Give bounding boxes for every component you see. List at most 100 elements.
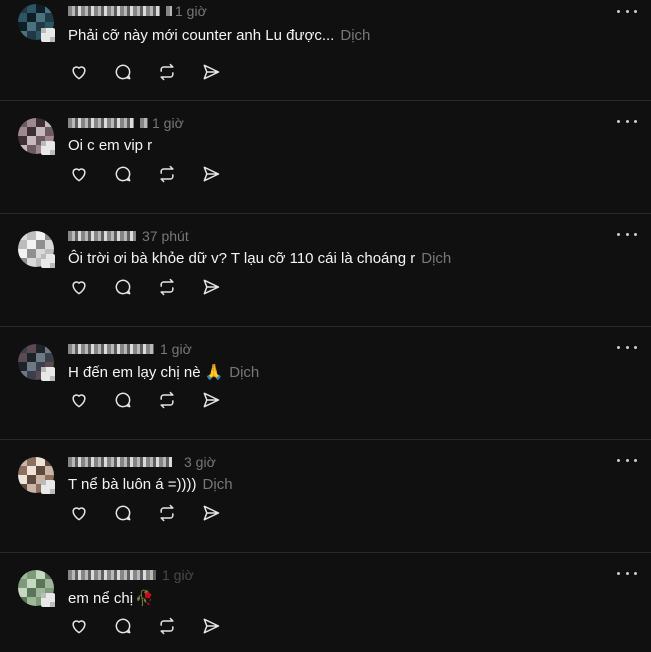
repost-icon	[160, 165, 174, 183]
reply-button[interactable]	[112, 389, 134, 411]
comment-text: T nể bà luôn á =)))) Dịch	[68, 476, 233, 493]
username[interactable]	[68, 570, 156, 580]
avatar-pixel	[18, 475, 27, 484]
reply-button[interactable]	[112, 276, 134, 298]
reply-button[interactable]	[112, 61, 134, 83]
like-button[interactable]	[68, 163, 90, 185]
more-options-button[interactable]	[617, 227, 637, 241]
like-button[interactable]	[68, 389, 90, 411]
username[interactable]	[68, 344, 154, 354]
avatar-pixel	[18, 597, 27, 606]
more-icon-dot	[634, 232, 637, 236]
avatar-pixel	[27, 353, 36, 362]
avatar-pixel	[36, 4, 45, 13]
badge-pixel	[50, 37, 55, 42]
avatar-pixel	[45, 579, 54, 588]
timestamp: 3 giờ	[184, 454, 216, 470]
badge-pixel	[50, 489, 55, 494]
more-icon-dot	[634, 345, 637, 349]
avatar-pixel	[36, 570, 45, 579]
avatar-pixel	[45, 466, 54, 475]
more-options-button[interactable]	[617, 340, 637, 354]
comment-header: 1 giờ	[68, 339, 192, 359]
badge-pixel	[50, 376, 55, 381]
translate-link[interactable]: Dịch	[340, 27, 370, 44]
more-icon-dot	[625, 571, 629, 575]
avatar-pixel	[27, 570, 36, 579]
avatar-pixel	[18, 13, 27, 22]
avatar-badge	[41, 593, 55, 607]
avatar-pixel	[18, 457, 27, 466]
share-button[interactable]	[200, 389, 222, 411]
more-options-button[interactable]	[617, 453, 637, 467]
like-button[interactable]	[68, 615, 90, 637]
avatar-badge	[41, 367, 55, 381]
comment-text-content: Oi c em vip r	[68, 137, 153, 154]
comment-icon	[115, 505, 131, 521]
repost-button[interactable]	[156, 615, 178, 637]
more-icon-dot	[634, 9, 637, 13]
repost-button[interactable]	[156, 61, 178, 83]
translate-link[interactable]: Dịch	[421, 250, 451, 267]
repost-button[interactable]	[156, 389, 178, 411]
badge-pixel	[50, 150, 55, 155]
more-icon	[617, 345, 620, 349]
comment-text: Phải cỡ này mới counter anh Lu được... Dị…	[68, 27, 370, 44]
share-button[interactable]	[200, 61, 222, 83]
avatar-pixel	[27, 231, 36, 240]
avatar-pixel	[45, 344, 54, 353]
avatar-pixel	[18, 466, 27, 475]
avatar-pixel	[27, 475, 36, 484]
more-options-button[interactable]	[617, 114, 637, 128]
repost-icon	[160, 504, 174, 522]
avatar-badge	[41, 141, 55, 155]
more-options-button[interactable]	[617, 4, 637, 18]
reply-button[interactable]	[112, 502, 134, 524]
avatar-pixel	[27, 579, 36, 588]
repost-button[interactable]	[156, 163, 178, 185]
translate-link[interactable]: Dịch	[229, 364, 259, 381]
like-button[interactable]	[68, 502, 90, 524]
heart-icon	[72, 66, 86, 80]
share-button[interactable]	[200, 163, 222, 185]
repost-button[interactable]	[156, 502, 178, 524]
send-icon	[203, 505, 220, 521]
avatar-pixel	[27, 597, 36, 606]
avatar-pixel	[45, 13, 54, 22]
avatar-badge	[41, 480, 55, 494]
avatar-pixel	[27, 457, 36, 466]
share-button[interactable]	[200, 615, 222, 637]
avatar-pixel	[36, 13, 45, 22]
repost-icon	[160, 617, 174, 635]
comment-feed: 1 giờ Phải cỡ này mới counter anh Lu đượ…	[0, 0, 651, 652]
heart-icon	[72, 394, 86, 408]
avatar-pixel	[45, 570, 54, 579]
avatar-pixel	[27, 118, 36, 127]
share-button[interactable]	[200, 502, 222, 524]
more-options-button[interactable]	[617, 566, 637, 580]
like-button[interactable]	[68, 276, 90, 298]
avatar-pixel	[27, 258, 36, 267]
timestamp: 1 giờ	[152, 115, 184, 131]
avatar-pixel	[36, 344, 45, 353]
reply-button[interactable]	[112, 615, 134, 637]
username[interactable]	[68, 457, 172, 467]
more-icon	[617, 119, 620, 123]
username[interactable]	[68, 118, 134, 128]
repost-button[interactable]	[156, 276, 178, 298]
avatar-pixel	[18, 579, 27, 588]
avatar-pixel	[18, 231, 27, 240]
avatar-pixel	[36, 118, 45, 127]
username[interactable]	[68, 231, 136, 241]
avatar-pixel	[45, 127, 54, 136]
avatar-pixel	[45, 240, 54, 249]
translate-link[interactable]: Dịch	[203, 476, 233, 493]
more-icon-dot	[634, 458, 637, 462]
avatar-badge	[41, 254, 55, 268]
avatar-pixel	[18, 371, 27, 380]
like-button[interactable]	[68, 61, 90, 83]
reply-button[interactable]	[112, 163, 134, 185]
username[interactable]	[68, 6, 160, 16]
share-button[interactable]	[200, 276, 222, 298]
comment-text-content: em nể chị	[68, 590, 134, 607]
